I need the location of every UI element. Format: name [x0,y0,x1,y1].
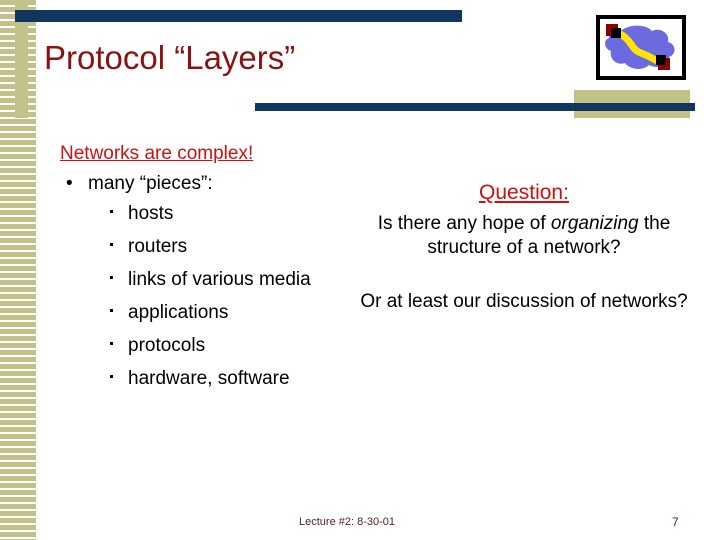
question-text: Is there any hope of organizing the stru… [358,212,690,260]
left-content-column: Networks are complex! • many “pieces”: h… [60,142,360,395]
list-item-label: applications [128,302,229,323]
footer-lecture-label: Lecture #2: 8-30-01 [299,516,396,528]
bullet-square-icon [110,210,113,213]
section-headline: Networks are complex! [60,143,254,164]
bullet-square-icon [110,309,113,312]
footer-page-number: 7 [672,515,679,529]
question-followup-text: Or at least our discussion of networks? [360,291,688,312]
list-item: hardware, software [88,362,360,395]
question-text-part1: Is there any hope of [377,213,551,234]
bullet-square-icon [110,276,113,279]
title-divider-rule [255,103,695,111]
bullet-list-level1: • many “pieces”: hosts routers links of … [60,170,360,395]
list-item: protocols [88,329,360,362]
page-title: Protocol “Layers” [44,39,296,76]
bullet-square-icon [110,342,113,345]
list-item: hosts [88,197,360,230]
list-item-label: protocols [128,335,206,356]
question-heading-wrapper: Question: [358,180,690,206]
right-content-column: Question: Is there any hope of organizin… [358,180,690,314]
list-item-label: hardware, software [128,368,290,389]
bullet-square-icon [110,243,113,246]
list-item-label: hosts [128,203,174,224]
slide: Protocol “Layers” Networks are complex! … [0,0,720,540]
bullet-square-icon [110,375,113,378]
network-cloud-icon [596,15,686,80]
list-item: routers [88,230,360,263]
list-item-label: many “pieces”: [88,173,213,194]
question-text-emphasis: organizing [550,213,639,234]
list-item-label: routers [128,236,188,257]
bullet-glyph: • [66,173,73,194]
bullet-list-level2: hosts routers links of various media app… [88,197,360,395]
list-item-label: links of various media [128,269,311,290]
top-horizontal-rule [15,10,462,22]
list-item: • many “pieces”: hosts routers links of … [60,170,360,395]
question-heading: Question: [479,181,569,204]
list-item: links of various media [88,263,360,296]
list-item: applications [88,296,360,329]
